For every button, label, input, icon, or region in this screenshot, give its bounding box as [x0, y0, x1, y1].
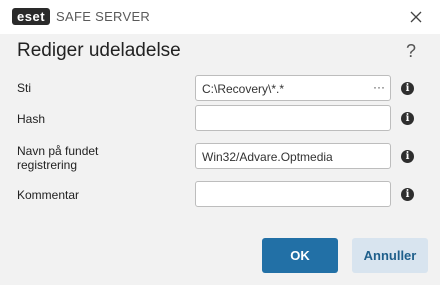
path-label: Sti: [17, 81, 32, 95]
detection-name-label-line2: registrering: [17, 158, 78, 172]
detection-name-value: Win32/Advare.Optmedia: [202, 150, 333, 164]
ok-button[interactable]: OK: [262, 238, 338, 273]
comment-label: Kommentar: [17, 188, 80, 202]
path-info-icon[interactable]: i: [401, 82, 414, 95]
close-icon: [410, 11, 422, 23]
help-icon[interactable]: ?: [406, 41, 416, 62]
hash-input[interactable]: [195, 105, 391, 131]
logo-badge: eset: [12, 8, 51, 25]
title-bar: eset SAFE SERVER: [0, 0, 440, 34]
close-button[interactable]: [406, 7, 426, 27]
dialog-title: Rediger udeladelse: [17, 40, 181, 61]
detection-name-info-icon[interactable]: i: [401, 150, 414, 163]
hash-info-icon[interactable]: i: [401, 112, 414, 125]
detection-name-label-line1: Navn på fundet: [17, 144, 99, 158]
hash-label: Hash: [17, 112, 46, 126]
detection-name-label: Navn på fundet registrering: [17, 144, 98, 172]
detection-name-input[interactable]: Win32/Advare.Optmedia: [195, 143, 391, 169]
product-name: SAFE SERVER: [56, 9, 151, 24]
comment-input[interactable]: [195, 181, 391, 207]
path-value: C:\Recovery\*.*: [202, 82, 285, 96]
browse-button[interactable]: ···: [373, 80, 385, 94]
cancel-button[interactable]: Annuller: [352, 238, 428, 273]
path-input[interactable]: C:\Recovery\*.* ···: [195, 75, 391, 101]
comment-info-icon[interactable]: i: [401, 188, 414, 201]
eset-logo: eset SAFE SERVER: [12, 8, 150, 25]
